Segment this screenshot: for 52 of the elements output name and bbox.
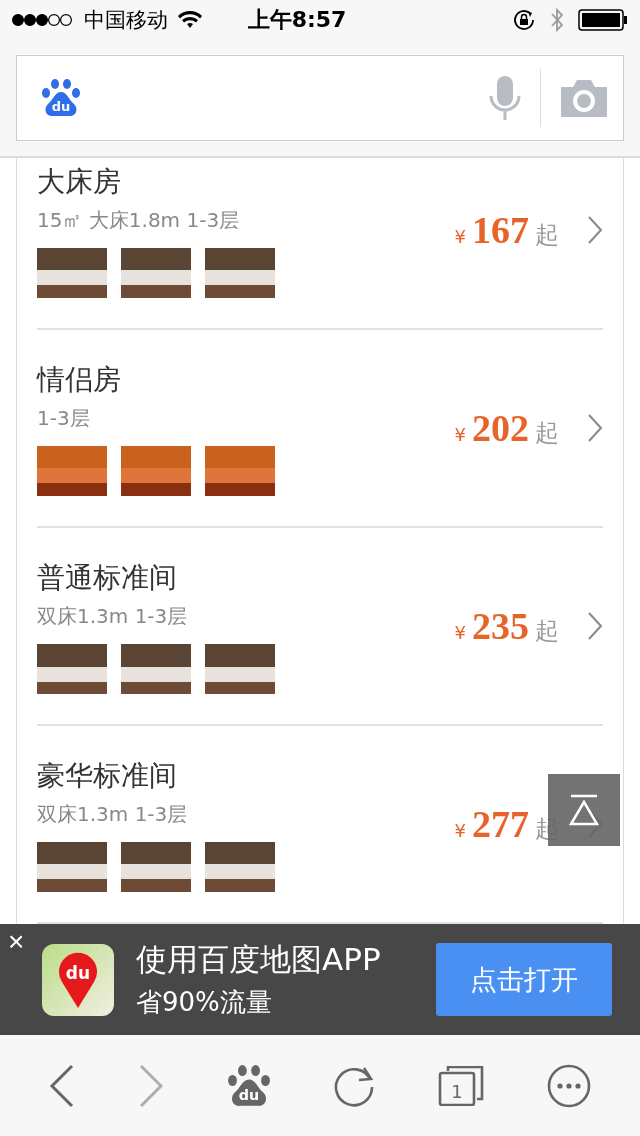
- chevron-icon: [587, 611, 603, 641]
- photo-placeholder: [205, 445, 275, 496]
- chevron-icon: [587, 413, 603, 443]
- battery-icon: [578, 9, 628, 31]
- room-row[interactable]: 普通标准间 双床1.3m 1-3层 ¥235 起: [37, 528, 603, 726]
- photo-placeholder: [205, 841, 275, 892]
- currency-sign: ¥: [454, 226, 466, 247]
- price-suffix: 起: [535, 220, 559, 251]
- room-name: 普通标准间: [37, 559, 178, 596]
- photo-placeholder: [37, 643, 107, 694]
- price-suffix: 起: [535, 616, 559, 647]
- price-amount: 277: [472, 802, 529, 846]
- photo-placeholder: [37, 247, 107, 298]
- bluetooth-icon: [550, 7, 564, 33]
- photo-placeholder: [121, 445, 191, 496]
- map-pin-icon: du: [58, 951, 98, 1008]
- room-details: 1-3层: [37, 404, 91, 432]
- photo-placeholder: [205, 643, 275, 694]
- room-details: 15㎡ 大床1.8m 1-3层: [37, 206, 241, 234]
- back-icon[interactable]: [49, 1063, 76, 1108]
- photo-placeholder: [121, 247, 191, 298]
- room-name: 豪华标准间: [37, 757, 178, 794]
- room-details: 双床1.3m 1-3层: [37, 800, 189, 828]
- photo-placeholder: [37, 445, 107, 496]
- currency-sign: ¥: [454, 424, 466, 445]
- photo-placeholder: [121, 643, 191, 694]
- status-time: 上午8:57: [246, 6, 348, 34]
- rotation-lock-icon: [512, 8, 536, 32]
- price-amount: 167: [472, 208, 529, 252]
- room-name: 情侣房: [37, 361, 122, 398]
- banner-subtitle: 省90%流量: [136, 986, 273, 1019]
- room-row[interactable]: 情侣房 1-3层 ¥202 起: [37, 330, 603, 528]
- photo-placeholder: [121, 841, 191, 892]
- room-name: 大床房: [37, 163, 122, 200]
- currency-sign: ¥: [454, 622, 466, 643]
- more-icon[interactable]: [546, 1063, 591, 1108]
- chevron-icon: [587, 215, 603, 245]
- currency-sign: ¥: [454, 820, 466, 841]
- close-button[interactable]: ×: [8, 928, 25, 956]
- arrow-up-icon: [569, 794, 599, 826]
- carrier-name: 中国移动: [84, 7, 168, 34]
- room-details: 双床1.3m 1-3层: [37, 602, 189, 630]
- price-suffix: 起: [535, 418, 559, 449]
- price-amount: 202: [472, 406, 529, 450]
- banner-title: 使用百度地图APP: [136, 940, 382, 979]
- room-row[interactable]: 大床房 15㎡ 大床1.8m 1-3层 ¥167 起: [37, 158, 603, 330]
- photo-placeholder: [205, 247, 275, 298]
- photo-placeholder: [37, 841, 107, 892]
- price-amount: 235: [472, 604, 529, 648]
- wifi-icon: [178, 11, 202, 29]
- paw-logo: du: [41, 78, 81, 118]
- signal-icon: [12, 13, 74, 27]
